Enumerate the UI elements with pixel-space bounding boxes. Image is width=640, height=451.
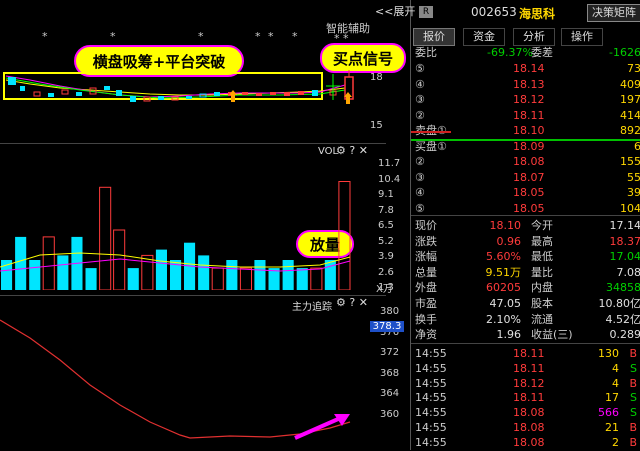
volume-bar bbox=[310, 267, 323, 290]
tick-row: 14:55 18.08 2 B bbox=[415, 435, 637, 449]
vol-tick: 9.1 bbox=[378, 189, 394, 200]
stat-row: 换手 2.10% 流通 4.52亿 bbox=[415, 312, 640, 326]
volume-bar bbox=[155, 249, 167, 290]
axis-column: 18 15 11.7 10.4 9.1 7.8 6.5 5.2 3.9 2.6 1.3 X万 3… bbox=[362, 0, 410, 450]
bid-ask-divider bbox=[411, 139, 640, 141]
tab-operation[interactable]: 操作 bbox=[561, 28, 603, 46]
volume-bar bbox=[57, 255, 69, 290]
ask-marker bbox=[411, 131, 451, 133]
capital-tick: 364 bbox=[380, 388, 400, 399]
volume-bar bbox=[324, 260, 336, 290]
help-icon[interactable]: ? bbox=[349, 296, 355, 309]
volume-bar bbox=[85, 268, 97, 290]
stat-row: 涨幅 5.60% 最低 17.04 bbox=[415, 250, 640, 264]
stat-row: 外盘 60205 内盘 34858 bbox=[415, 281, 640, 295]
vol-tick: 5.2 bbox=[378, 235, 394, 247]
quote-panel: <<展开 R 002653 海思科 决策矩阵 报价 资金 分析 操作 委比 -6… bbox=[375, 0, 640, 450]
volume-bar bbox=[198, 255, 210, 290]
capital-tick: 360 bbox=[380, 408, 400, 420]
volume-bar bbox=[113, 229, 126, 290]
stat-row: 总量 9.51万 量比 7.08 bbox=[415, 265, 640, 279]
volume-bar bbox=[1, 260, 13, 290]
order-book-row[interactable]: ④ 18.13 409 bbox=[413, 77, 640, 93]
volume-bar bbox=[141, 254, 154, 290]
stat-row: 净资 1.96 收益(三) 0.289 bbox=[415, 328, 640, 342]
stat-row: 涨跌 0.96 最高 18.37 bbox=[415, 234, 640, 248]
stat-row: 现价 18.10 今开 17.14 bbox=[415, 219, 640, 232]
divider bbox=[0, 143, 386, 144]
vol-tick: 6.5 bbox=[378, 220, 394, 231]
volume-bar bbox=[15, 236, 27, 290]
strategy-button[interactable]: 决策矩阵 bbox=[587, 4, 640, 22]
tab-capital[interactable]: 资金 bbox=[463, 28, 505, 46]
order-book-row[interactable]: ③ 18.12 197 bbox=[413, 92, 640, 108]
current-value-badge: 378.3 bbox=[370, 321, 404, 332]
tick-row: 14:55 18.12 4 B bbox=[415, 376, 637, 390]
price-tick: 18 bbox=[370, 72, 383, 83]
tag-badge: R bbox=[419, 6, 433, 18]
tab-analysis[interactable]: 分析 bbox=[513, 28, 555, 46]
tick-row: 14:55 18.11 130 B bbox=[415, 347, 637, 360]
capital-tick: 368 bbox=[380, 367, 400, 379]
volume-bar bbox=[254, 260, 266, 290]
capital-tick: 380 bbox=[380, 306, 400, 317]
gear-icon[interactable]: ⚙ bbox=[336, 296, 346, 309]
volume-bar bbox=[226, 260, 238, 290]
order-book-row[interactable]: ② 18.08 155 bbox=[413, 154, 640, 170]
ratio-row: 委比 -69.37% 委差 -1626 bbox=[415, 46, 640, 59]
volume-bar bbox=[42, 236, 55, 290]
volume-bar bbox=[99, 186, 112, 290]
stat-row: 市盈 47.05 股本 10.80亿 bbox=[415, 297, 640, 310]
capital-tick: 372 bbox=[380, 347, 400, 358]
tick-row: 14:55 18.08 21 B bbox=[415, 421, 637, 434]
vol-tick: 10.4 bbox=[378, 173, 401, 185]
volume-bar bbox=[338, 181, 351, 290]
price-chart[interactable] bbox=[0, 0, 362, 145]
chart-area: 智能辅助 * * * * * * * * 横盘吸筹+平台突破 买点信号 VOL … bbox=[0, 0, 406, 450]
arrow-icon bbox=[294, 414, 350, 440]
vol-tick: 2.6 bbox=[378, 266, 394, 278]
vol-tick: 11.7 bbox=[378, 158, 401, 169]
vol-tick: 3.9 bbox=[378, 251, 394, 262]
expand-button[interactable]: <<展开 bbox=[375, 3, 415, 19]
stock-name: 海思科 bbox=[519, 7, 556, 21]
volume-bar bbox=[239, 267, 252, 290]
tick-row: 14:55 18.11 4 S bbox=[415, 361, 637, 375]
volume-bar bbox=[282, 260, 294, 290]
capital-chart[interactable] bbox=[0, 310, 362, 450]
divider bbox=[0, 295, 386, 296]
order-book-row[interactable]: ② 18.11 414 bbox=[413, 108, 640, 124]
tick-row: 14:55 18.11 17 S bbox=[415, 391, 637, 405]
vol-unit: X万 bbox=[376, 284, 393, 295]
vol-tick: 7.8 bbox=[378, 204, 394, 216]
stock-code: 002653 bbox=[471, 5, 517, 19]
price-tick: 15 bbox=[370, 120, 383, 131]
volume-bar bbox=[127, 268, 139, 290]
order-book-row[interactable]: ③ 18.07 55 bbox=[413, 170, 640, 186]
volume-bar bbox=[296, 268, 308, 290]
volume-bar bbox=[211, 267, 224, 290]
order-book-row[interactable]: ④ 18.05 39 bbox=[413, 185, 640, 201]
order-book-row[interactable]: ⑤ 18.14 73 bbox=[413, 61, 640, 77]
tab-quote[interactable]: 报价 bbox=[413, 28, 455, 46]
tick-row: 14:55 18.08 566 S bbox=[415, 406, 637, 420]
volume-chart[interactable] bbox=[0, 155, 360, 290]
volume-bar bbox=[29, 260, 41, 290]
